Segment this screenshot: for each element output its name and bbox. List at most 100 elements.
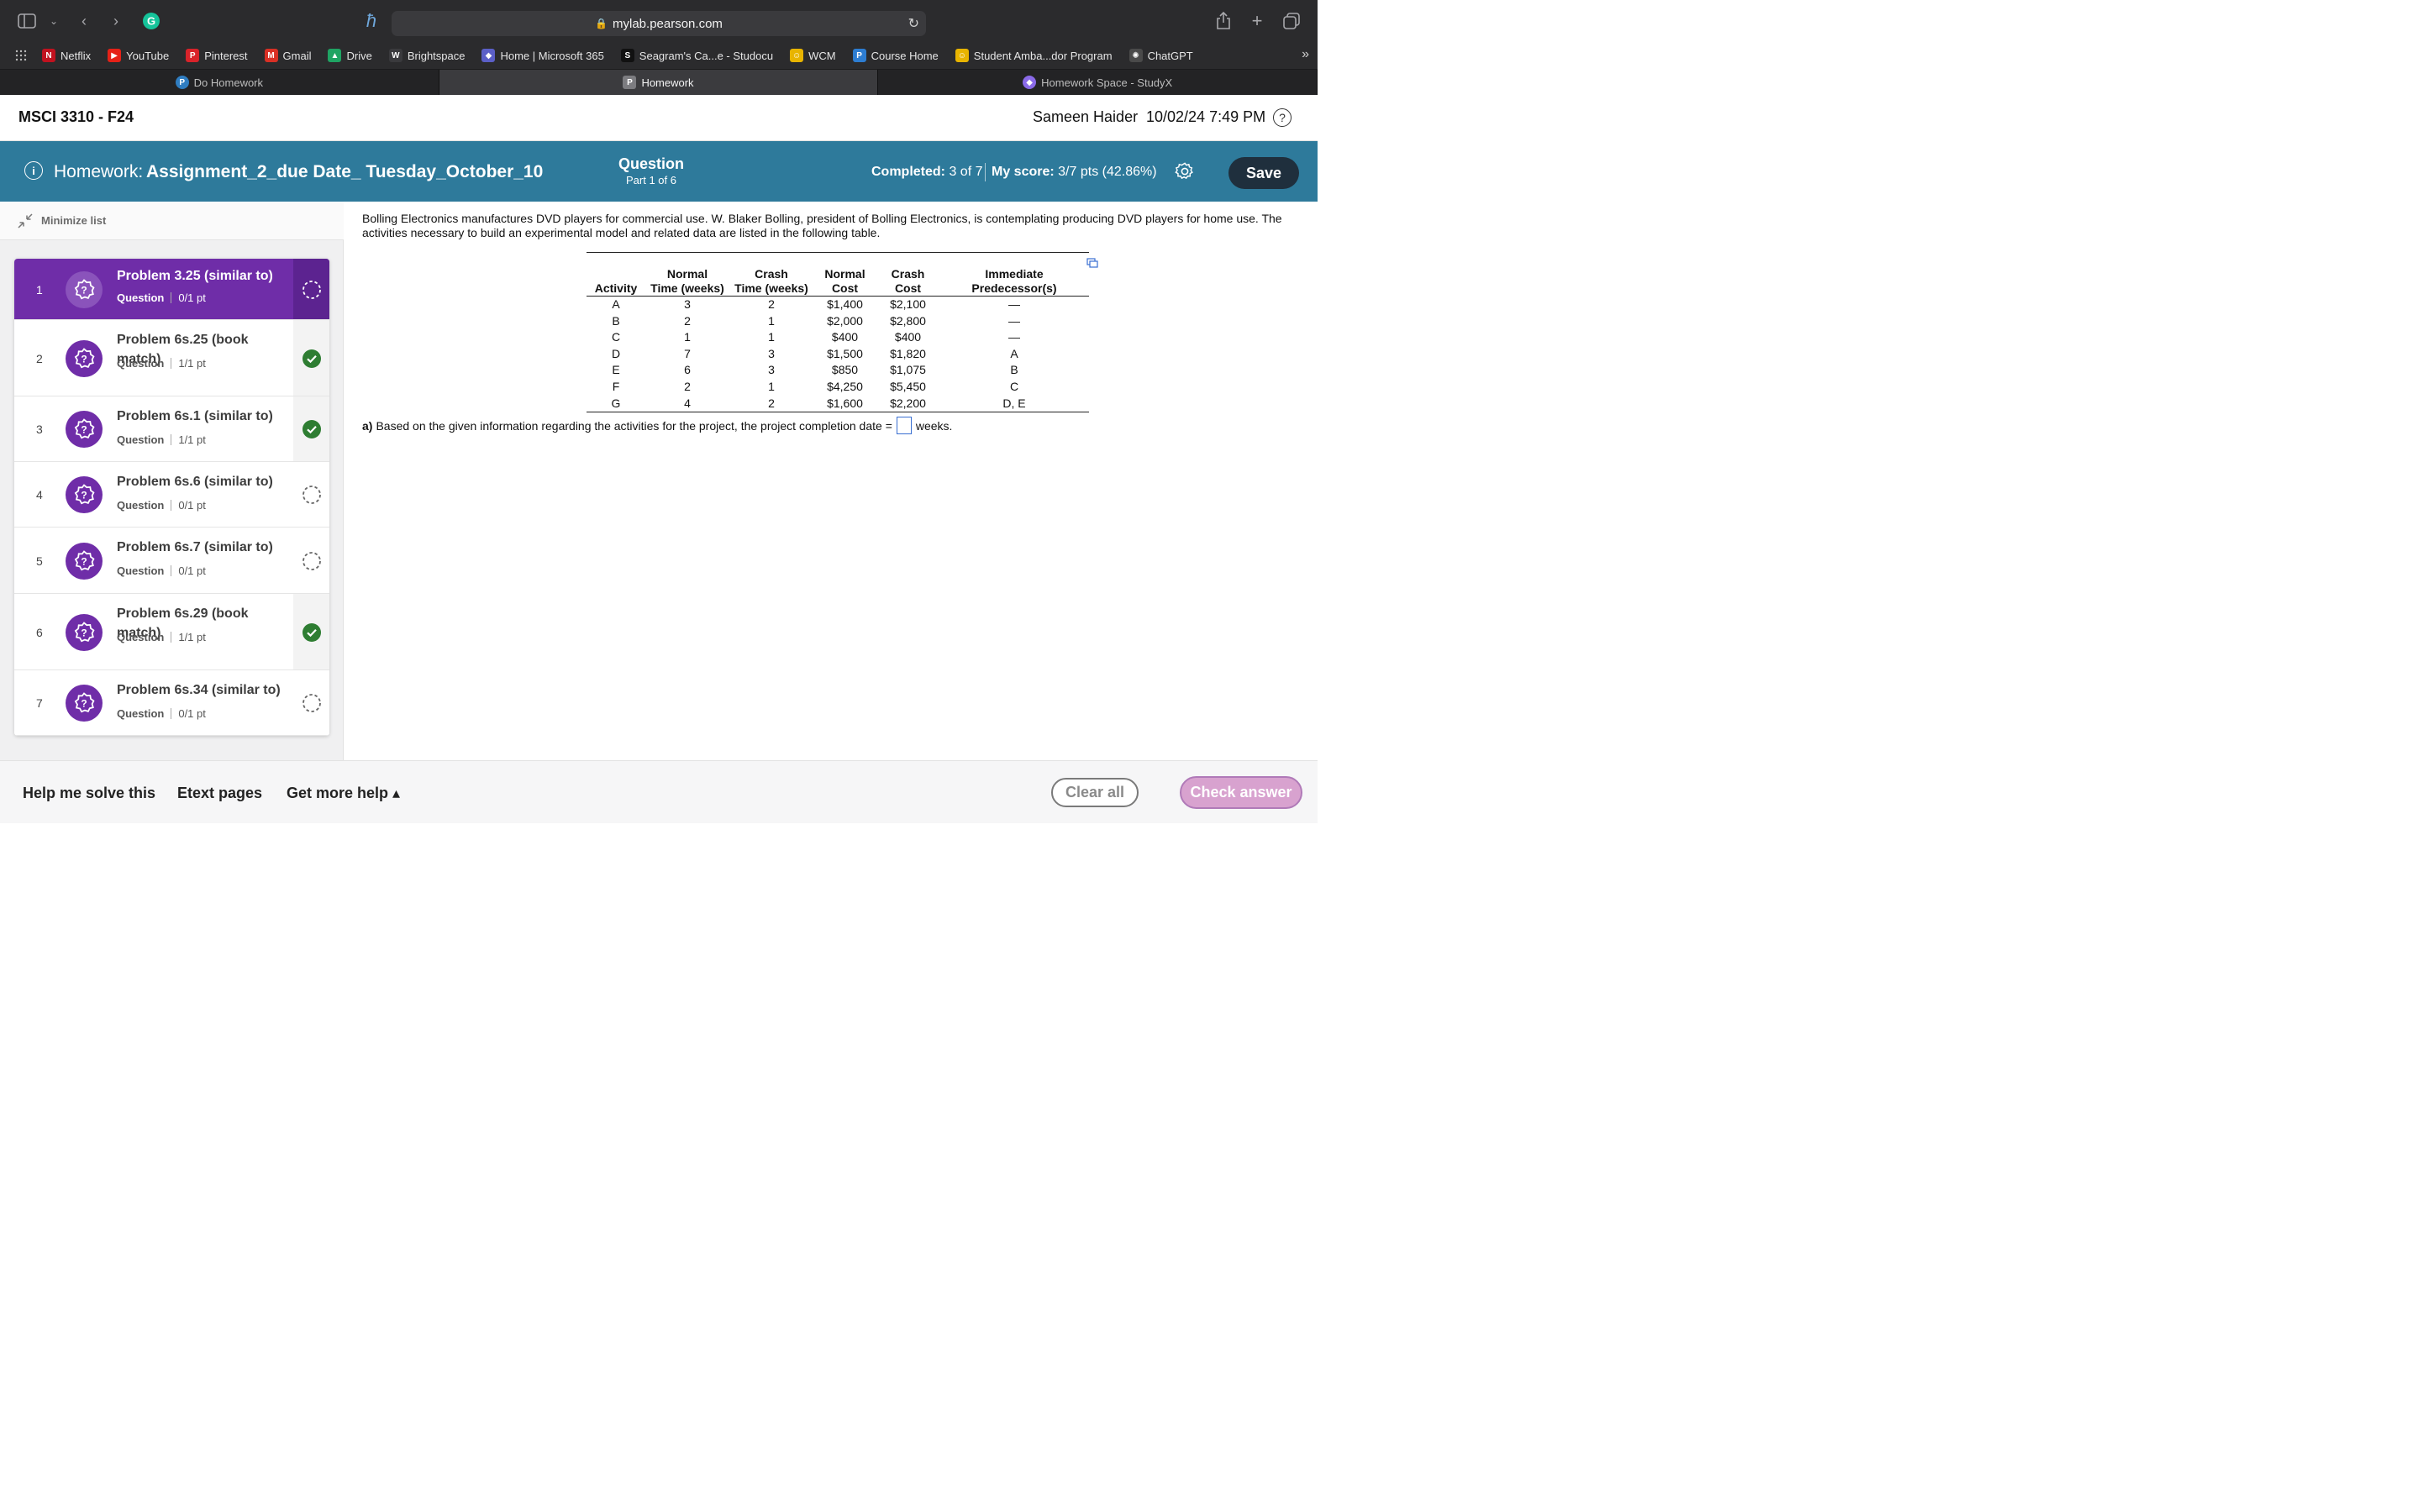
apps-grid-icon[interactable] <box>15 50 27 61</box>
problem-item-4[interactable]: 4? Problem 6s.6 (similar to) Question 0/1 p… <box>14 462 329 528</box>
bottom-action-bar: Help me solve this Etext pages Get more … <box>0 760 1318 823</box>
problem-points: 1/1 pt <box>178 631 206 643</box>
tab-strip: P Do Homework P Homework ◆ Homework Space - S… <box>0 69 1318 95</box>
back-arrow-icon[interactable]: ‹ <box>74 11 94 31</box>
gear-icon[interactable] <box>1175 161 1195 181</box>
question-badge-icon: ? <box>66 613 103 651</box>
answer-input[interactable] <box>896 417 912 434</box>
table-header: Activity <box>587 252 645 297</box>
problem-type: Question <box>117 631 165 643</box>
bookmark-student-ambassador[interactable]: ☺ Student Amba...dor Program <box>955 49 1113 62</box>
problem-item-7[interactable]: 7? Problem 6s.34 (similar to) Question 0/1 … <box>14 670 329 736</box>
svg-text:?: ? <box>81 555 87 567</box>
check-circle-icon <box>302 622 322 643</box>
bookmark-studocu[interactable]: S Seagram's Ca...e - Studocu <box>620 49 774 62</box>
table-cell: $1,400 <box>827 297 863 311</box>
save-button[interactable]: Save <box>1228 157 1299 189</box>
problem-meta: Question 0/1 pt <box>117 499 206 512</box>
help-me-solve-button[interactable]: Help me solve this <box>23 785 155 802</box>
minimize-list-button[interactable]: Minimize list <box>0 202 344 240</box>
course-title: MSCI 3310 - F24 <box>18 108 134 125</box>
chatgpt-icon: ✺ <box>1128 49 1143 62</box>
table-cell: 1 <box>768 379 775 393</box>
honey-extension-icon[interactable]: ħ <box>361 10 381 31</box>
get-more-help-button[interactable]: Get more help ▴ <box>287 785 400 802</box>
problem-item-5[interactable]: 5? Problem 6s.7 (similar to) Question 0/1 p… <box>14 528 329 594</box>
bookmark-brightspace[interactable]: W Brightspace <box>388 49 465 62</box>
info-icon[interactable]: i <box>24 161 43 180</box>
table-cell: $2,800 <box>890 313 926 328</box>
bookmark-chatgpt[interactable]: ✺ ChatGPT <box>1128 49 1193 62</box>
table-cell: B <box>612 313 620 328</box>
table-cell: 4 <box>645 395 729 413</box>
check-circle-icon <box>302 419 322 439</box>
table-cell: F <box>612 379 620 393</box>
bookmark-drive[interactable]: ▲ Drive <box>328 49 372 62</box>
bookmark-pinterest[interactable]: P Pinterest <box>186 49 248 62</box>
problem-type: Question <box>117 707 165 720</box>
table-cell: D <box>611 346 621 360</box>
problem-number: 3 <box>36 423 43 436</box>
table-cell: — <box>1008 330 1020 344</box>
score-status: My score: 3/7 pts (42.86%) <box>992 165 1157 180</box>
bookmark-wcm[interactable]: ☺ WCM <box>790 49 836 62</box>
problem-item-3[interactable]: 3? Problem 6s.1 (similar to) Question 1/1 p… <box>14 396 329 462</box>
question-area: Bolling Electronics manufactures DVD pla… <box>345 202 1318 760</box>
header-line-1: Crash <box>755 267 788 281</box>
table-cell: C <box>611 330 621 344</box>
chevron-down-icon[interactable]: ⌄ <box>44 11 64 31</box>
table-cell: 1 <box>768 313 775 328</box>
table-header: Immediate Predecessor(s) <box>939 252 1089 297</box>
bookmark-gmail[interactable]: M Gmail <box>264 49 311 62</box>
table-cell: $1,600 <box>813 395 876 413</box>
bookmark-label: Drive <box>346 49 372 62</box>
status-column <box>293 670 329 735</box>
problem-type: Question <box>117 564 165 577</box>
problem-item-2[interactable]: 2? Problem 6s.25 (book match) Question 1/1 … <box>14 320 329 396</box>
table-header: Normal Cost <box>813 252 876 297</box>
tab-overview-icon[interactable] <box>1281 11 1302 31</box>
problem-points: 0/1 pt <box>178 499 206 512</box>
svg-text:?: ? <box>81 490 87 501</box>
popout-window-icon[interactable] <box>1086 257 1098 268</box>
problem-number: 5 <box>36 554 43 568</box>
help-icon[interactable]: ? <box>1273 108 1292 127</box>
table-header: Normal Time (weeks) <box>645 252 729 297</box>
bookmark-label: Seagram's Ca...e - Studocu <box>639 49 774 62</box>
check-answer-button[interactable]: Check answer <box>1180 776 1302 809</box>
bookmark-youtube[interactable]: ▶ YouTube <box>108 49 169 62</box>
forward-arrow-icon[interactable]: › <box>106 11 126 31</box>
table-cell: $1,820 <box>890 346 926 360</box>
browser-tab[interactable]: P Homework <box>439 70 879 95</box>
new-tab-icon[interactable]: + <box>1247 10 1267 31</box>
grammarly-icon[interactable]: G <box>141 11 161 31</box>
problem-item-1[interactable]: 1? Problem 3.25 (similar to) Question 0/1 p… <box>14 259 329 320</box>
problem-type: Question <box>117 357 165 370</box>
reload-icon[interactable]: ↻ <box>908 15 919 32</box>
microsoft365-icon: ◆ <box>481 49 496 62</box>
status-column <box>293 259 329 319</box>
problem-meta: Question 1/1 pt <box>117 433 206 446</box>
sidebar-toggle-icon[interactable] <box>17 11 37 31</box>
table-row: F 2 1 $4,250 $5,450 C <box>587 379 1089 396</box>
header-line-2: Crash Cost <box>891 267 925 295</box>
etext-pages-button[interactable]: Etext pages <box>177 785 262 802</box>
bookmark-course-home[interactable]: P Course Home <box>852 49 939 62</box>
problem-item-6[interactable]: 6? Problem 6s.29 (book match) Question 1/1 … <box>14 594 329 670</box>
header-line-1: Normal <box>666 267 708 281</box>
table-cell: $2,000 <box>827 313 863 328</box>
browser-tab[interactable]: P Do Homework <box>0 70 439 95</box>
incomplete-circle-icon <box>302 551 322 571</box>
bookmark-netflix[interactable]: N Netflix <box>42 49 91 62</box>
homework-label: Homework: <box>54 162 144 181</box>
bookmark-microsoft365[interactable]: ◆ Home | Microsoft 365 <box>481 49 604 62</box>
url-text: mylab.pearson.com <box>613 16 723 31</box>
address-bar[interactable]: 🔒 mylab.pearson.com ↻ <box>392 11 926 36</box>
bookmark-label: Student Amba...dor Program <box>973 49 1113 62</box>
bookmarks-overflow-icon[interactable]: » <box>1302 47 1309 62</box>
clear-all-button[interactable]: Clear all <box>1051 778 1139 807</box>
problem-number: 6 <box>36 625 43 639</box>
browser-tab[interactable]: ◆ Homework Space - StudyX <box>878 70 1318 95</box>
table-cell: 1 <box>684 330 691 344</box>
share-icon[interactable] <box>1213 11 1234 31</box>
